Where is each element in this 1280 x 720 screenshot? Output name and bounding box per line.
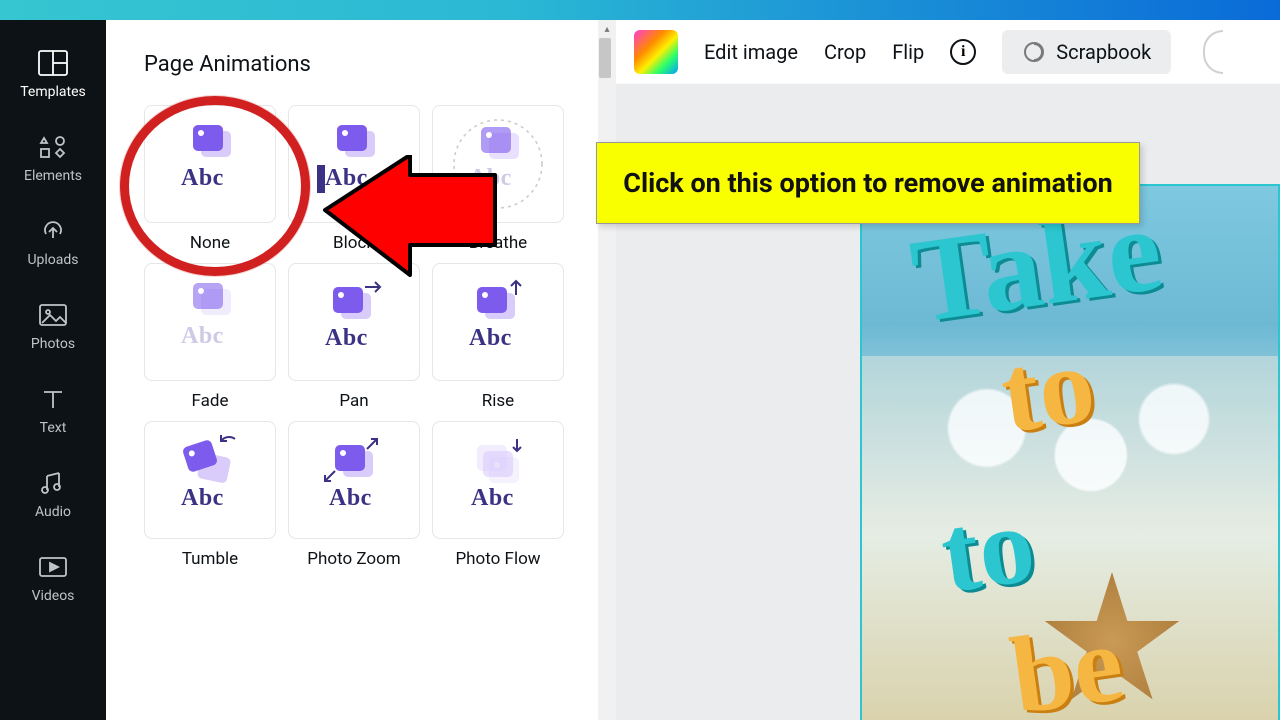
elements-icon: [38, 132, 68, 162]
rail-label: Uploads: [27, 252, 78, 268]
rail-label: Photos: [31, 336, 75, 352]
animation-tile-rise[interactable]: Abc: [432, 263, 564, 381]
design-text-4: be: [1004, 599, 1131, 720]
animation-label: Tumble: [182, 549, 238, 569]
uploads-icon: [38, 216, 68, 246]
sample-text: Abc: [469, 325, 512, 352]
photos-icon: [38, 300, 68, 330]
animation-cell-block: Abc Block: [288, 105, 420, 253]
rail-text[interactable]: Text: [0, 370, 106, 454]
animation-tile-breathe[interactable]: Abc: [432, 105, 564, 223]
design-text-3: to: [934, 480, 1042, 619]
animation-cell-photo-zoom: Abc Photo Zoom: [288, 421, 420, 569]
animation-tile-fade[interactable]: Abc: [144, 263, 276, 381]
animation-cell-rise: Abc Rise: [432, 263, 564, 411]
panel-scrollbar[interactable]: ▴: [598, 20, 616, 720]
rail-label: Audio: [35, 504, 71, 520]
rail-label: Templates: [20, 84, 86, 100]
sample-text: Abc: [471, 485, 514, 512]
crop-button[interactable]: Crop: [824, 40, 866, 64]
animation-label: Rise: [482, 391, 514, 411]
scroll-up-icon[interactable]: ▴: [598, 20, 616, 38]
sample-text: Abc: [469, 165, 512, 192]
sample-text: Abc: [329, 485, 372, 512]
context-toolbar: Edit image Crop Flip i Scrapbook: [616, 20, 1280, 84]
design-page[interactable]: Take to to be: [860, 184, 1280, 720]
animation-tile-photo-flow[interactable]: Abc: [432, 421, 564, 539]
animation-cell-none: Abc None: [144, 105, 276, 253]
animation-tile-block[interactable]: Abc: [288, 105, 420, 223]
animation-cell-tumble: Abc Tumble: [144, 421, 276, 569]
window-titlebar: [0, 0, 1280, 20]
animation-tile-tumble[interactable]: Abc: [144, 421, 276, 539]
audio-icon: [39, 468, 67, 498]
rail-templates[interactable]: Templates: [0, 34, 106, 118]
animation-tile-pan[interactable]: Abc: [288, 263, 420, 381]
scroll-thumb[interactable]: [599, 38, 611, 78]
animation-label: Fade: [192, 391, 229, 411]
animation-cell-breathe: Abc Breathe: [432, 105, 564, 253]
animation-tile-none[interactable]: Abc: [144, 105, 276, 223]
canvas[interactable]: Take to to be: [616, 84, 1280, 720]
toolbar-overflow-icon[interactable]: [1203, 30, 1223, 74]
videos-icon: [38, 552, 68, 582]
animation-label: Photo Flow: [455, 549, 540, 569]
animations-grid: Abc None Abc Block: [144, 105, 560, 569]
rail-label: Videos: [32, 588, 75, 604]
design-text-2: to: [994, 320, 1102, 459]
panel-title: Page Animations: [144, 52, 560, 77]
scrapbook-icon: [1022, 40, 1046, 64]
effect-pill-label: Scrapbook: [1056, 40, 1151, 64]
rail-uploads[interactable]: Uploads: [0, 202, 106, 286]
animation-cell-pan: Abc Pan: [288, 263, 420, 411]
rail-label: Text: [40, 420, 67, 436]
info-icon[interactable]: i: [950, 39, 976, 65]
rail-photos[interactable]: Photos: [0, 286, 106, 370]
animation-label: Block: [333, 233, 375, 253]
animation-cell-photo-flow: Abc Photo Flow: [432, 421, 564, 569]
rail-label: Elements: [24, 168, 82, 184]
sample-text: Abc: [181, 323, 224, 350]
sample-text: Abc: [181, 165, 224, 192]
side-rail: Templates Elements Uploads Photos Text: [0, 20, 106, 720]
design-text-1: Take: [904, 179, 1170, 350]
sample-text: Abc: [325, 165, 368, 192]
animation-label: Photo Zoom: [307, 549, 400, 569]
edit-image-button[interactable]: Edit image: [704, 40, 798, 64]
effect-pill-button[interactable]: Scrapbook: [1002, 30, 1171, 74]
animation-label: Breathe: [469, 233, 527, 253]
color-swatch[interactable]: [634, 30, 678, 74]
flip-button[interactable]: Flip: [892, 40, 924, 64]
animation-label: Pan: [339, 391, 368, 411]
editor-area: Edit image Crop Flip i Scrapbook Take to…: [616, 20, 1280, 720]
animation-cell-fade: Abc Fade: [144, 263, 276, 411]
templates-icon: [38, 48, 68, 78]
rail-audio[interactable]: Audio: [0, 454, 106, 538]
rail-videos[interactable]: Videos: [0, 538, 106, 622]
animation-label: None: [190, 233, 230, 253]
rail-elements[interactable]: Elements: [0, 118, 106, 202]
animations-panel: Page Animations Abc None Abc: [106, 20, 598, 720]
text-icon: [40, 384, 66, 414]
animation-tile-photo-zoom[interactable]: Abc: [288, 421, 420, 539]
sample-text: Abc: [325, 325, 368, 352]
app-frame: Templates Elements Uploads Photos Text: [0, 20, 1280, 720]
sample-text: Abc: [181, 485, 224, 512]
